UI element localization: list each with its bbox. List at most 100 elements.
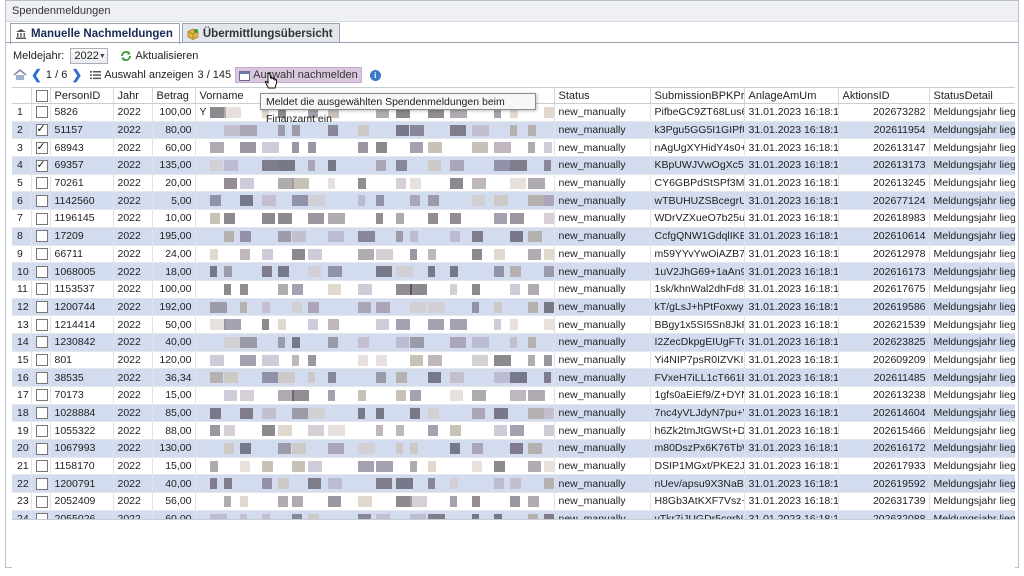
table-row[interactable]: 19 1055322 2022 88,00 new_manually h6Zk2tmJtG… — [12, 421, 1015, 441]
show-selection-button[interactable]: Auswahl anzeigen — [90, 69, 194, 81]
row-checkbox[interactable] — [35, 230, 48, 243]
table-row[interactable]: 12 1200744 2022 192,00 new_manually kT/gLsJ+h… — [12, 298, 1015, 317]
table-row[interactable]: 18 1028884 2022 85,00 new_manually 7nc4yVLJdy… — [12, 404, 1015, 423]
info-icon[interactable]: i — [369, 69, 381, 81]
table-row[interactable]: 14 1230842 2022 40,00 new_manually I2ZecDkpgE… — [12, 333, 1015, 352]
row-checkbox[interactable] — [35, 442, 48, 455]
row-checkbox-cell — [31, 245, 51, 264]
column-header-betrag[interactable]: Betrag — [152, 88, 196, 104]
row-checkbox[interactable] — [35, 283, 48, 296]
row-checkbox[interactable] — [35, 371, 48, 384]
row-checkbox[interactable] — [35, 212, 48, 225]
table-row[interactable]: 20 1067993 2022 130,00 new_manually m80DszPx6… — [12, 439, 1015, 458]
refresh-button[interactable]: Aktualisieren — [120, 50, 198, 62]
table-row[interactable]: 11 1153537 2022 100,00 new_manually 1sk/khnWa… — [12, 280, 1015, 299]
table-row[interactable]: 3 68943202260,00 new_manuallynAgUgXYHidY4s… — [12, 138, 1015, 158]
table-row[interactable]: 4 693572022135,00 new_manuallyKBpUWJVwOgXc… — [12, 156, 1015, 175]
row-checkbox[interactable] — [35, 424, 48, 437]
column-header-status[interactable]: Status — [554, 88, 651, 104]
window-title: Spendenmeldungen — [6, 1, 1018, 22]
next-page-button[interactable]: ❯ — [71, 67, 82, 83]
row-checkbox[interactable] — [35, 336, 48, 349]
cell-aktionsid: 202673282 — [838, 103, 930, 122]
redacted-pixel — [375, 266, 392, 278]
table-row[interactable]: 21 1158170 2022 15,00 new_manually DSIP1MGxt/… — [12, 457, 1015, 476]
table-row[interactable]: 10 1068005 2022 18,00 new_manually 1uV2JhG69+… — [12, 262, 1015, 281]
table-row[interactable]: 23 2052409 2022 56,00 new_manually H8Gb3AtKXF… — [12, 492, 1015, 511]
redacted-pixel — [509, 283, 520, 295]
table-row[interactable]: 22 1200791 2022 40,00 new_manually nUev/apsu9… — [12, 474, 1015, 494]
table-row[interactable]: 5 70261 2022 20,00 new_manually CY6GBPdStSPf3… — [12, 174, 1015, 193]
row-checkbox[interactable] — [35, 140, 48, 154]
redacted-pixel — [277, 336, 285, 348]
redacted-pixel — [427, 142, 442, 154]
row-checkbox[interactable] — [35, 407, 48, 420]
table-row[interactable]: 13 1214414 2022 50,00 new_manually BBgy1x5SI5… — [12, 315, 1015, 334]
row-checkbox[interactable] — [35, 247, 48, 260]
column-header-aktionsid[interactable]: AktionsID — [838, 88, 930, 104]
row-checkbox[interactable] — [35, 389, 48, 402]
row-checkbox[interactable] — [35, 354, 48, 367]
table-row[interactable]: 2 51157202280,00 new_manuallyk3Pgu5GG5I1GI… — [12, 121, 1015, 140]
cell-betrag: 60,00 — [152, 138, 196, 158]
column-header-jahr[interactable]: Jahr — [113, 88, 153, 104]
row-checkbox[interactable] — [35, 318, 48, 331]
row-checkbox[interactable] — [35, 301, 48, 314]
select-all-checkbox[interactable] — [35, 89, 48, 102]
select-all-header[interactable] — [31, 88, 51, 104]
column-header-anlageamum[interactable]: AnlageAmUm — [744, 88, 839, 104]
row-checkbox[interactable] — [35, 477, 48, 490]
redacted-pixel — [409, 248, 417, 260]
table-row[interactable]: 7 1196145 2022 10,00 new_manually WDrVZXueO7b… — [12, 209, 1015, 228]
redacted-pixel — [409, 195, 420, 207]
cell-betrag: 50,00 — [152, 315, 196, 334]
row-checkbox[interactable] — [35, 177, 48, 190]
row-number: 8 — [12, 227, 32, 246]
cell-aktionsid: 202611485 — [838, 368, 930, 387]
row-checkbox[interactable] — [35, 265, 48, 278]
row-checkbox-cell — [31, 227, 51, 246]
redacted-pixel — [409, 496, 427, 508]
row-checkbox[interactable] — [35, 495, 48, 508]
cell-betrag: 130,00 — [152, 439, 196, 458]
redacted-pixel — [307, 478, 321, 490]
table-row[interactable]: 9 66711 2022 24,00 new_manually m59YYvYwOiAZB… — [12, 245, 1015, 264]
redacted-pixel — [375, 478, 392, 490]
report-selection-button[interactable]: Auswahl nachmelden — [235, 67, 362, 83]
column-header-submissionbpkprivate[interactable]: SubmissionBPKPrivate — [650, 88, 745, 104]
tab-uebermittlungsuebersicht[interactable]: Übermittlungsübersicht — [181, 23, 340, 43]
show-selection-label: Auswahl anzeigen — [104, 69, 194, 81]
redacted-pixel — [239, 390, 254, 401]
table-row[interactable]: 8 17209 2022 195,00 new_manually CcfgQNW1Gdql… — [12, 227, 1015, 246]
row-checkbox[interactable] — [35, 194, 48, 207]
home-button[interactable] — [13, 69, 27, 81]
redacted-pixel — [209, 266, 217, 278]
redacted-pixel — [357, 230, 375, 242]
column-header-personid[interactable]: PersonID — [50, 88, 114, 104]
row-checkbox-cell — [31, 368, 51, 387]
row-checkbox[interactable] — [35, 460, 48, 473]
redacted-pixel — [543, 107, 553, 118]
row-checkbox[interactable] — [35, 158, 48, 172]
cell-statusdetail: Meldungsjahr liegt vor — [929, 262, 1015, 281]
cell-submissionbpkprivate: FVxeH7iLL1cT661E8XC — [650, 368, 745, 387]
year-select[interactable]: 2022 ▼ — [70, 48, 109, 64]
table-row[interactable]: 15 801 2022 120,00 new_manually Yi4NIP7psR0IZ… — [12, 351, 1015, 370]
redacted-pixel — [509, 177, 526, 189]
column-header-statusdetail[interactable]: StatusDetail — [929, 88, 1015, 104]
row-checkbox[interactable] — [35, 106, 48, 119]
tab-manuelle-nachmeldungen[interactable]: Manuelle Nachmeldungen — [10, 23, 180, 44]
redacted-pixel — [471, 460, 482, 472]
table-row[interactable]: 17 70173 2022 15,00 new_manually 1gfs0aEiEf9/… — [12, 386, 1015, 405]
row-checkbox-cell — [31, 209, 51, 228]
previous-page-button[interactable]: ❮ — [31, 67, 42, 83]
table-row[interactable]: 6 1142560 2022 5,00 new_manually wTBUHUZSBceg… — [12, 191, 1015, 211]
redacted-pixel — [291, 248, 305, 260]
table-body: 1 5826 2022 100,00 Ynew_manually PifbeGC9ZT68… — [12, 103, 1015, 520]
table-row[interactable]: 16 38535 2022 36,34 new_manually FVxeH7iLL1cT… — [12, 368, 1015, 387]
row-checkbox[interactable] — [35, 122, 48, 137]
row-number: 1 — [12, 103, 32, 122]
redacted-pixel — [449, 319, 467, 331]
row-number: 2 — [12, 121, 32, 140]
redacted-pixel — [291, 390, 309, 401]
